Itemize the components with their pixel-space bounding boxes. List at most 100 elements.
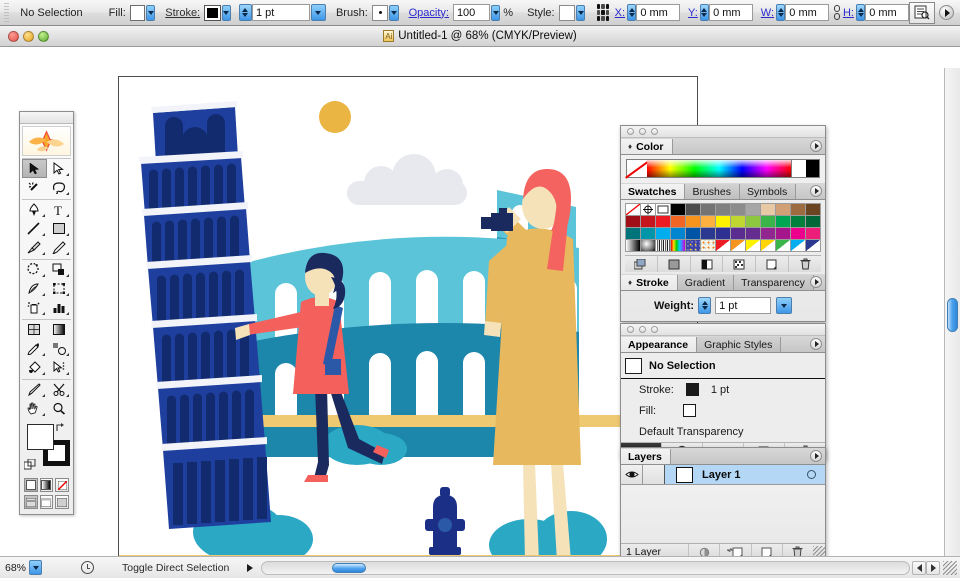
zoom-level-dropdown-button[interactable] (29, 560, 43, 575)
document-setup-icon[interactable] (909, 1, 935, 24)
tab-stroke[interactable]: ♦ Stroke (621, 275, 678, 290)
magic-wand-tool[interactable] (22, 178, 47, 197)
appearance-palette-menu-button[interactable] (810, 338, 822, 350)
h-input[interactable]: 0 mm (865, 4, 909, 21)
appearance-palette-close-button[interactable] (627, 326, 634, 333)
opacity-input[interactable]: 100 (452, 4, 491, 21)
swatch-cyan[interactable] (656, 228, 671, 240)
w-stepper[interactable] (776, 4, 786, 21)
swatch-amber[interactable] (701, 216, 716, 228)
canvas-area[interactable]: T ♦ Color Swatches Brushes Symbols ♦ Str… (0, 47, 960, 557)
artboard[interactable] (118, 76, 698, 557)
swatch-magenta[interactable] (791, 228, 806, 240)
w-input[interactable]: 0 mm (785, 4, 829, 21)
show-pattern-swatches-button[interactable] (723, 256, 757, 272)
swatch-emerald[interactable] (776, 216, 791, 228)
opacity-label[interactable]: Opacity: (409, 7, 449, 19)
type-tool[interactable]: T (47, 200, 72, 219)
opacity-dropdown-button[interactable] (491, 4, 501, 21)
appearance-palette-zoom-button[interactable] (651, 326, 658, 333)
swatch-gray-30[interactable] (746, 204, 761, 216)
lasso-tool[interactable] (47, 178, 72, 197)
swatch-pink[interactable] (806, 228, 821, 240)
tab-transparency[interactable]: Transparency (734, 275, 814, 290)
scissors-tool[interactable] (47, 380, 72, 399)
swatch-gray-45[interactable] (731, 204, 746, 216)
white-swatch[interactable] (791, 160, 806, 177)
paintbrush-tool[interactable] (22, 238, 47, 257)
control-panel-menu-button[interactable] (939, 5, 954, 20)
none-mode-button[interactable] (55, 478, 69, 492)
swatch-orange[interactable] (686, 216, 701, 228)
style-preview[interactable] (558, 4, 576, 21)
swatch-global-yellow[interactable] (746, 240, 761, 252)
y-input[interactable]: 0 mm (709, 4, 753, 21)
swatches-palette-menu-button[interactable] (810, 185, 822, 197)
swatch-tan[interactable] (776, 204, 791, 216)
swatch-global-red[interactable] (716, 240, 731, 252)
color-mode-button[interactable] (24, 478, 38, 492)
appearance-stroke-swatch[interactable] (685, 383, 699, 396)
layers-palette-menu-button[interactable] (810, 450, 822, 462)
gradient-tool[interactable] (47, 320, 72, 339)
tab-swatches[interactable]: Swatches (621, 184, 686, 199)
palette-minimize-button[interactable] (639, 128, 646, 135)
eyedropper-tool[interactable] (22, 339, 47, 358)
stroke-weight-stepper[interactable] (238, 4, 252, 21)
document-title-bar[interactable]: Ai Untitled-1 @ 68% (CMYK/Preview) (0, 26, 960, 47)
tab-symbols[interactable]: Symbols (739, 184, 797, 199)
stroke-dropdown-button[interactable] (221, 4, 231, 21)
swatch-green[interactable] (761, 216, 776, 228)
scroll-left-button[interactable] (912, 560, 926, 575)
swatch-orange-red[interactable] (671, 216, 686, 228)
swatch-plum[interactable] (761, 228, 776, 240)
stroke-palette-weight-stepper[interactable] (698, 297, 712, 314)
swatch-teal[interactable] (641, 228, 656, 240)
window-resize-handle[interactable] (943, 560, 957, 575)
rectangle-tool[interactable] (47, 219, 72, 238)
constrain-proportions-icon[interactable] (833, 5, 840, 20)
scale-tool[interactable] (47, 260, 72, 279)
w-label[interactable]: W: (761, 7, 774, 19)
symbol-sprayer-tool[interactable] (22, 298, 47, 317)
column-graph-tool[interactable] (47, 298, 72, 317)
standard-screen-mode-button[interactable] (39, 495, 54, 509)
appearance-transparency-row[interactable]: Default Transparency (621, 421, 825, 442)
swatch-yellow-green[interactable] (731, 216, 746, 228)
free-transform-tool[interactable] (47, 279, 72, 298)
swatch-gradient-white-black[interactable] (626, 240, 641, 252)
swatch-yellow[interactable] (716, 216, 731, 228)
swatch-libraries-button[interactable] (625, 256, 658, 272)
selection-tool[interactable] (22, 159, 47, 178)
status-indicator-icon[interactable] (81, 561, 94, 574)
swatch-purple[interactable] (746, 228, 761, 240)
palette-close-button[interactable] (627, 128, 634, 135)
appearance-stroke-row[interactable]: Stroke: 1 pt (621, 379, 825, 400)
vertical-scrollbar[interactable] (944, 68, 960, 557)
color-palette-menu-button[interactable] (810, 140, 822, 152)
swatch-light-green[interactable] (746, 216, 761, 228)
swatch-crimson[interactable] (641, 216, 656, 228)
control-bar-grip[interactable] (4, 2, 10, 23)
palette-zoom-button[interactable] (651, 128, 658, 135)
toolbox-drag-handle[interactable] (20, 112, 73, 124)
color-spectrum-bar[interactable] (626, 159, 820, 178)
appearance-fill-swatch[interactable] (683, 404, 697, 417)
rotate-tool[interactable] (22, 260, 47, 279)
fill-swatch[interactable] (129, 4, 145, 21)
swatch-violet[interactable] (731, 228, 746, 240)
swatch-gradient-steel[interactable] (656, 240, 671, 252)
reference-point-selector[interactable] (597, 4, 609, 21)
live-paint-bucket-tool[interactable] (22, 358, 47, 377)
vertical-scrollbar-thumb[interactable] (947, 298, 958, 332)
swatch-pattern-confetti[interactable] (686, 240, 701, 252)
swatch-registration[interactable] (641, 204, 656, 216)
swatch-brown[interactable] (791, 204, 806, 216)
swatch-sky-blue[interactable] (671, 228, 686, 240)
color-ramp[interactable] (647, 160, 791, 177)
zoom-tool[interactable] (47, 399, 72, 418)
swatch-gray-50[interactable] (716, 204, 731, 216)
hand-tool[interactable] (22, 399, 47, 418)
h-label[interactable]: H: (843, 7, 854, 19)
stroke-palette-menu-button[interactable] (810, 276, 822, 288)
